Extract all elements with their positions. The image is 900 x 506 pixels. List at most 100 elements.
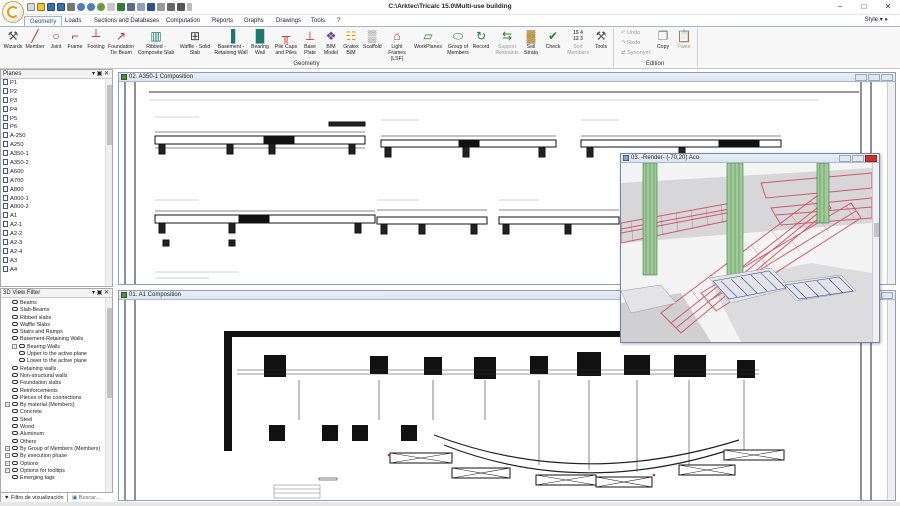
plane-item[interactable]: A2-4 xyxy=(1,247,112,257)
plane-item[interactable]: P6 xyxy=(1,123,112,132)
visibility-eye-icon[interactable] xyxy=(12,409,18,414)
visibility-eye-icon[interactable] xyxy=(12,453,18,458)
visibility-eye-icon[interactable] xyxy=(19,351,25,356)
plane-item[interactable]: A-250 xyxy=(1,132,112,141)
render-window[interactable]: 03. -Render- (-70,20) Aco xyxy=(620,153,880,343)
filter-tree-item[interactable]: Basement-Retaining Walls xyxy=(3,336,112,343)
paste-button[interactable]: 📋 Paste xyxy=(674,29,694,50)
expand-toggle-icon[interactable]: − xyxy=(5,402,10,408)
style-menu[interactable]: Style ▾ ● xyxy=(865,16,888,23)
help-icon[interactable]: ● xyxy=(884,17,888,23)
minimize-icon[interactable] xyxy=(839,155,851,162)
application-menu-button[interactable] xyxy=(2,1,24,23)
plane-item[interactable]: A3 xyxy=(1,256,112,266)
tab-graphs[interactable]: Graphs xyxy=(239,16,269,26)
visibility-eye-icon[interactable] xyxy=(12,424,18,429)
a1-scrollbar[interactable] xyxy=(887,300,895,500)
tab-loads[interactable]: Loads xyxy=(60,16,86,26)
close-icon[interactable] xyxy=(865,155,877,162)
record-button[interactable]: ↻ Record xyxy=(471,29,491,50)
redo-item[interactable]: ↷ Redo xyxy=(621,40,640,46)
expand-toggle-icon[interactable]: − xyxy=(5,453,10,459)
base-plate-button[interactable]: ⊥ Base Plate xyxy=(300,29,320,56)
visibility-eye-icon[interactable] xyxy=(12,321,18,326)
visibility-eye-icon[interactable] xyxy=(12,416,18,421)
soil-strata-button[interactable]: ▓ Soil Strata xyxy=(522,29,540,56)
frame-button[interactable]: ⌐ Frame xyxy=(66,29,84,50)
filter-tree-item[interactable]: − By execution phase xyxy=(3,453,112,460)
render-scrollbar[interactable] xyxy=(872,163,879,342)
plane-item[interactable]: A2-1 xyxy=(1,221,112,230)
bim-model-button[interactable]: ❖ BIM Model xyxy=(322,29,340,56)
filter-tree-item[interactable]: Steel xyxy=(3,416,112,424)
plane-item[interactable]: A4 xyxy=(1,265,112,275)
visibility-eye-icon[interactable] xyxy=(12,467,18,472)
filter-tree-item[interactable]: Upper to the active plane xyxy=(3,351,112,358)
filter-tree-item[interactable]: Foundation slabs xyxy=(3,380,112,387)
gratex-bim-button[interactable]: ☷ Gratex BIM xyxy=(342,29,360,56)
visibility-eye-icon[interactable] xyxy=(12,438,18,443)
member-button[interactable]: ╱ Member xyxy=(24,29,46,50)
plane-item[interactable]: A800 xyxy=(1,185,112,195)
bearing-wall-button[interactable]: █ Bearing Wall xyxy=(250,29,270,56)
close-icon[interactable] xyxy=(881,74,893,81)
support-restraints-button[interactable]: ⇆ Support Restraints xyxy=(494,29,520,56)
filter-tree-item[interactable]: Slab-Beams xyxy=(3,307,112,314)
undo-item[interactable]: ↶ Undo xyxy=(621,30,640,36)
visibility-eye-icon[interactable] xyxy=(12,365,18,370)
plane-item[interactable]: P3 xyxy=(1,96,112,106)
expand-toggle-icon[interactable]: − xyxy=(5,460,10,466)
tab-tools[interactable]: Tools xyxy=(306,16,330,26)
visibility-eye-icon[interactable] xyxy=(12,460,18,465)
visibility-eye-icon[interactable] xyxy=(19,343,25,348)
plane-item[interactable]: A350-2 xyxy=(1,159,112,168)
maximize-button[interactable]: □ xyxy=(852,0,876,14)
ribbed-composite-slab-button[interactable]: ▥ Ribbed - Composite Slab xyxy=(136,29,176,56)
plane-item[interactable]: A350-1 xyxy=(1,150,112,159)
plane-item[interactable]: P5 xyxy=(1,114,112,124)
visibility-eye-icon[interactable] xyxy=(12,402,18,407)
wizards-button[interactable]: ⚒ Wizards xyxy=(3,29,23,50)
render-canvas[interactable] xyxy=(621,163,872,342)
filter-tree-item[interactable]: Others xyxy=(3,438,112,446)
scaffold-button[interactable]: ▒ Scaffold xyxy=(363,29,382,50)
plane-item[interactable]: A1 xyxy=(1,212,112,221)
filter-tree-item[interactable]: − By material (Members) xyxy=(3,402,112,409)
filter-scrollbar[interactable] xyxy=(105,298,112,492)
a350-scrollbar[interactable] xyxy=(887,82,895,284)
expand-toggle-icon[interactable]: − xyxy=(5,445,10,451)
filter-tree-item[interactable]: − Options for tooltips xyxy=(3,467,112,475)
close-button[interactable]: ✕ xyxy=(876,0,900,14)
expand-toggle-icon[interactable]: − xyxy=(12,343,17,349)
visibility-eye-icon[interactable] xyxy=(12,380,18,385)
visibility-eye-icon[interactable] xyxy=(12,329,18,334)
minimize-button[interactable]: – xyxy=(828,0,852,14)
minimize-icon[interactable] xyxy=(855,74,867,81)
filter-tree-item[interactable]: Reinforcements xyxy=(3,387,112,395)
restore-icon[interactable] xyxy=(868,74,880,81)
filter-tree-item[interactable]: Concrete xyxy=(3,409,112,416)
visibility-eye-icon[interactable] xyxy=(12,307,18,312)
tab-drawings[interactable]: Drawings xyxy=(271,16,306,26)
plane-item[interactable]: P1 xyxy=(1,79,112,88)
tools-button[interactable]: ⚒ Tools xyxy=(592,29,610,50)
filter-tree-item[interactable]: Aluminum xyxy=(3,431,112,438)
plane-item[interactable]: A700 xyxy=(1,176,112,186)
sort-members-button[interactable]: 15 4 12 3 Sort Members xyxy=(566,29,590,56)
visibility-eye-icon[interactable] xyxy=(12,300,18,304)
tab-help[interactable]: ? xyxy=(332,16,345,26)
filter-tree-item[interactable]: Ribbed slabs xyxy=(3,314,112,322)
visibility-eye-icon[interactable] xyxy=(19,358,25,363)
panel-controls[interactable]: ▾ ▣ ✕ xyxy=(92,70,109,79)
group-of-members-button[interactable]: ⬭ Group of Members xyxy=(446,29,470,56)
synonym-item[interactable]: ⇄ Synonym xyxy=(621,50,650,56)
filter-tree-item[interactable]: Pieces of the connections xyxy=(3,394,112,402)
foundation-tie-beam-button[interactable]: ↗ Foundation Tie Beam xyxy=(107,29,135,56)
plane-item[interactable]: A000-2 xyxy=(1,203,112,212)
basement-retaining-wall-button[interactable]: ▐ Basement - Retaining Wall xyxy=(214,29,248,56)
visibility-eye-icon[interactable] xyxy=(12,314,18,319)
visibility-eye-icon[interactable] xyxy=(12,394,18,399)
plane-item[interactable]: P4 xyxy=(1,105,112,115)
panel-controls[interactable]: ▾ ▣ ✕ xyxy=(92,289,109,298)
filter-tree-item[interactable]: Emerging tags xyxy=(3,475,112,482)
